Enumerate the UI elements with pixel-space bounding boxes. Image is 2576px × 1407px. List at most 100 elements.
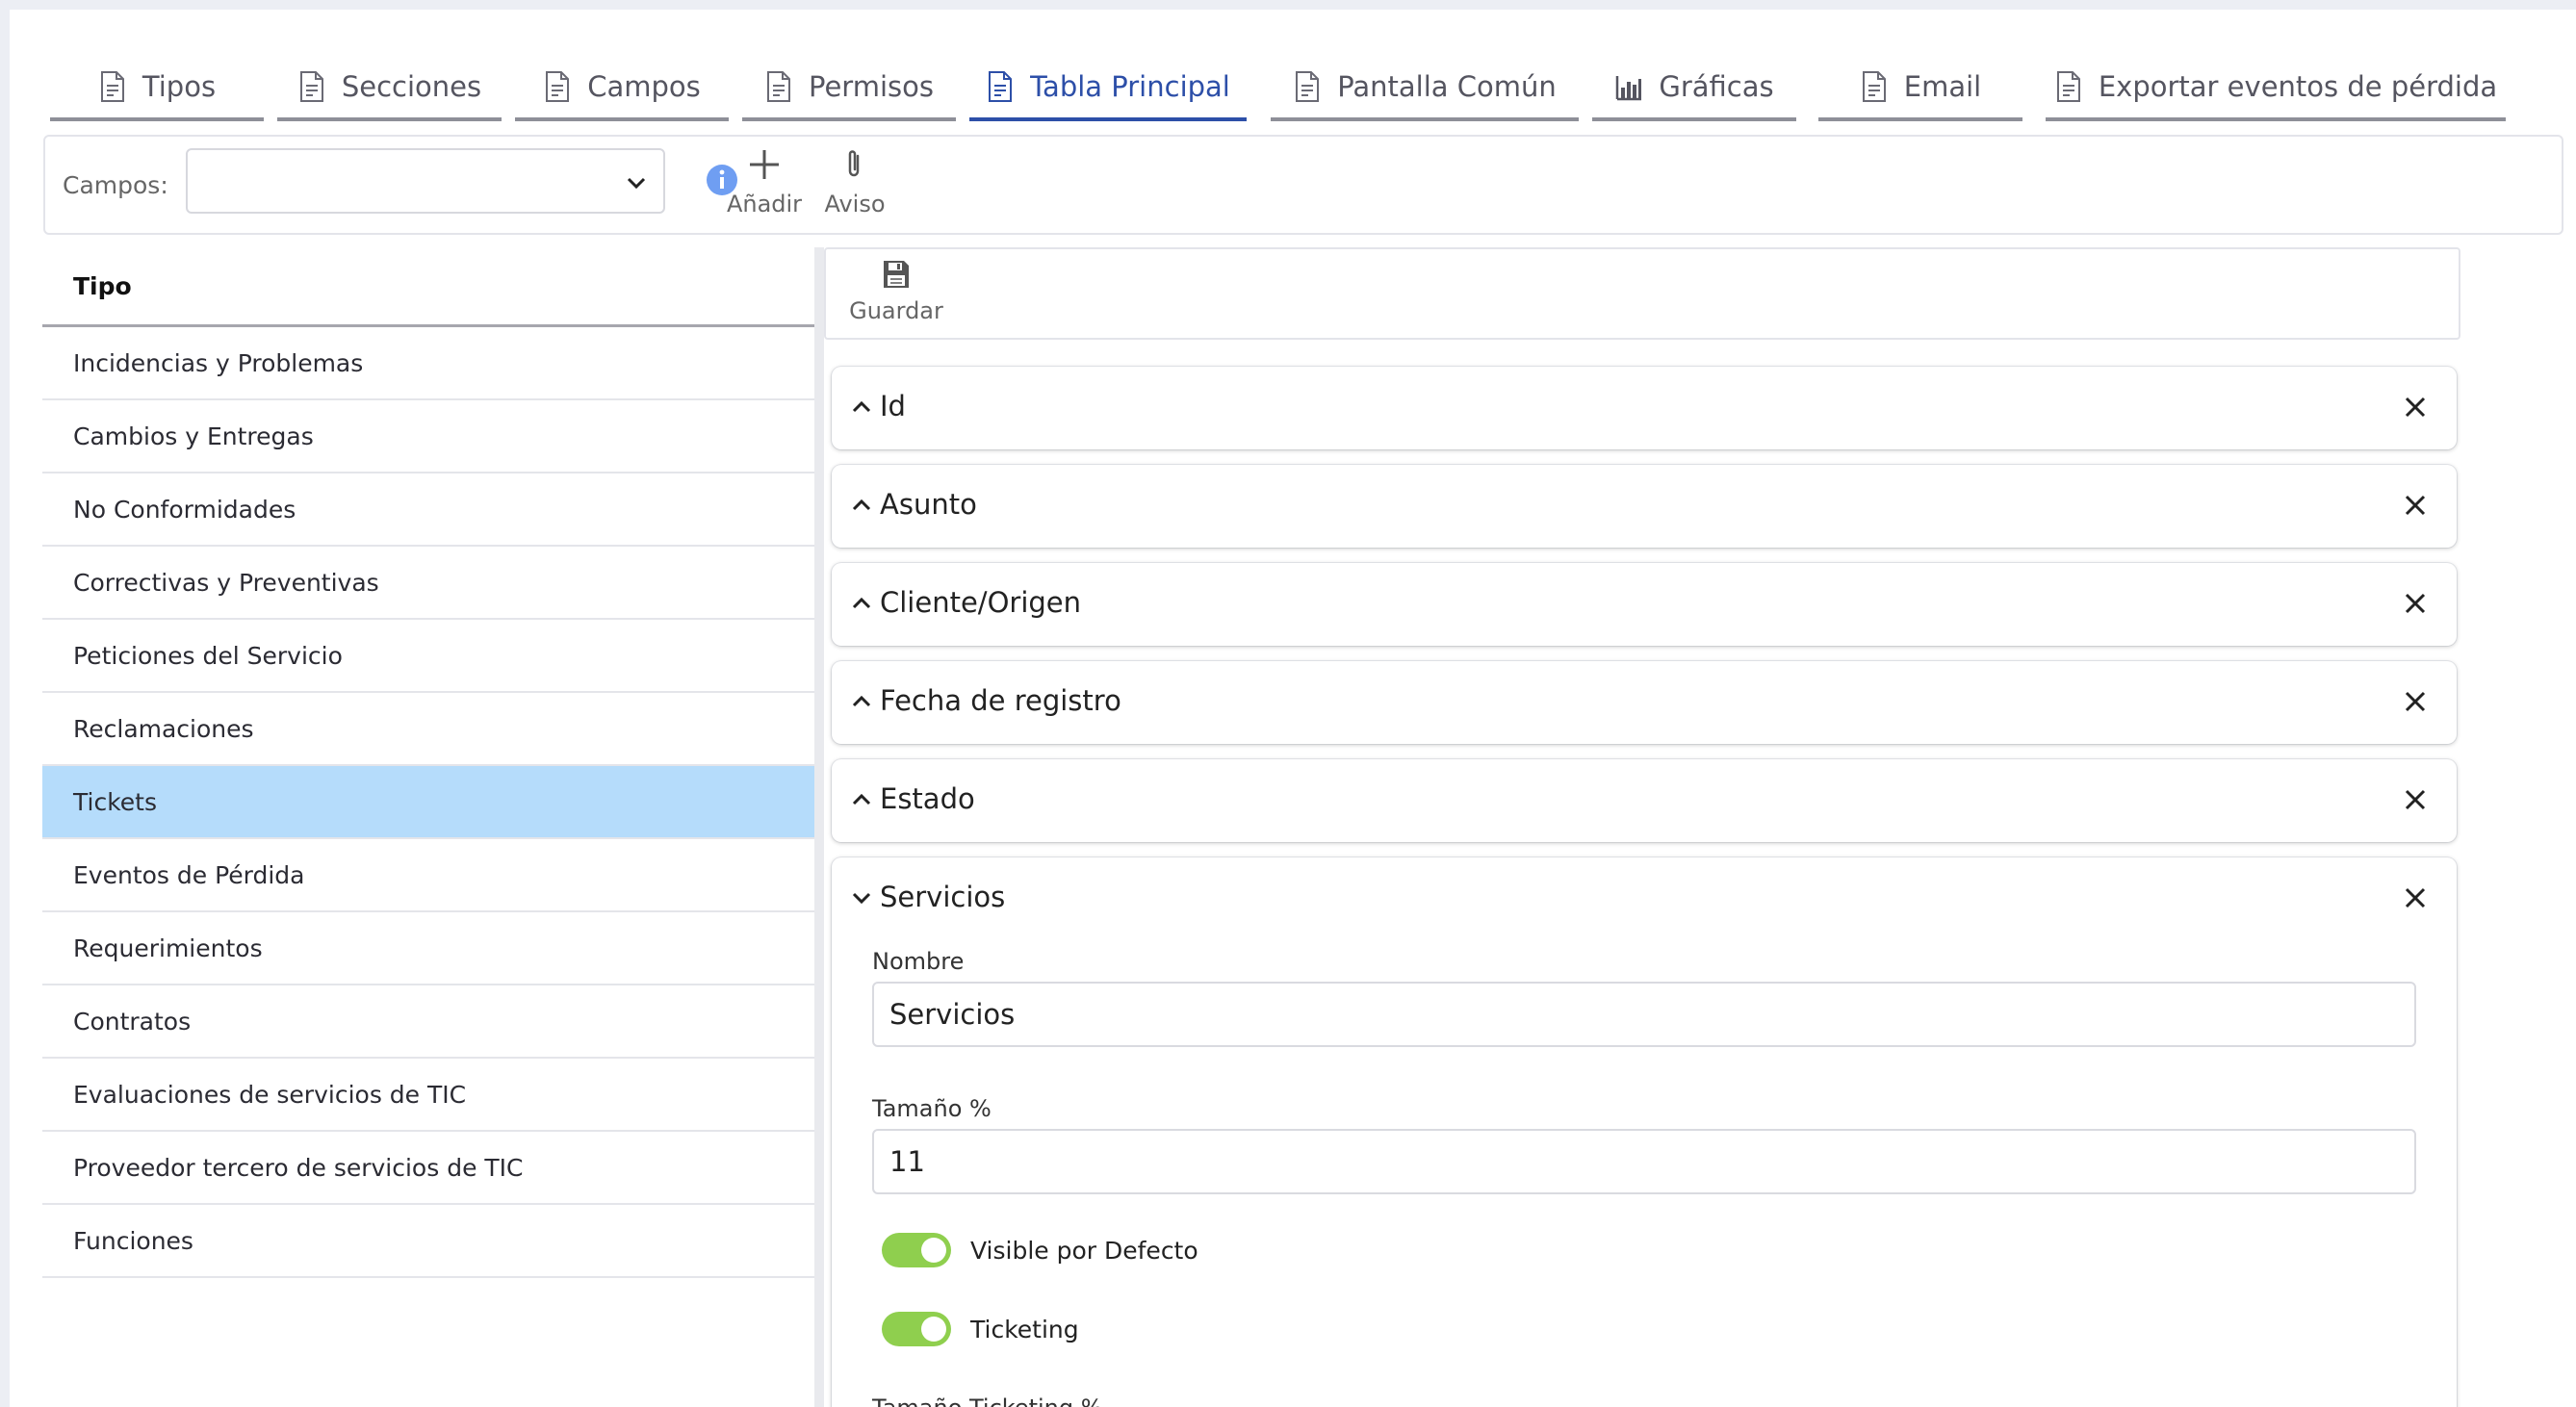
accordion-header[interactable]: Fecha de registro (832, 661, 2457, 744)
document-icon (1296, 71, 1320, 102)
tab-label: Permisos (809, 70, 934, 103)
add-field-button[interactable]: Añadir (721, 146, 808, 233)
document-icon (767, 71, 790, 102)
visible-por-defecto-label: Visible por Defecto (970, 1236, 1198, 1265)
floppy-disk-icon (884, 261, 909, 288)
add-field-label: Añadir (726, 191, 803, 217)
tab-label: Email (1903, 70, 1982, 103)
tab-pantalla-comun[interactable]: Pantalla Común (1271, 56, 1579, 121)
tab-email[interactable]: Email (1818, 56, 2022, 121)
save-button[interactable]: Guardar (843, 259, 949, 324)
accordion-estado: Estado (832, 759, 2457, 842)
tab-label: Pantalla Común (1337, 70, 1557, 103)
list-item[interactable]: Evaluaciones de servicios de TIC (42, 1059, 814, 1132)
save-label: Guardar (849, 297, 943, 324)
tab-graficas[interactable]: Gráficas (1592, 56, 1796, 121)
accordion-id: Id (832, 367, 2457, 449)
close-icon[interactable] (2403, 885, 2428, 910)
list-item[interactable]: Incidencias y Problemas (42, 327, 814, 400)
notice-label: Aviso (824, 191, 886, 217)
app-window: Tipos Secciones Campos Permisos Tabla Pr… (10, 10, 2576, 1407)
campos-select[interactable] (186, 148, 665, 214)
close-icon[interactable] (2403, 591, 2428, 616)
tab-secciones[interactable]: Secciones (277, 56, 502, 121)
list-item-selected[interactable]: Tickets (42, 766, 814, 839)
visible-por-defecto-row: Visible por Defecto (882, 1233, 1198, 1267)
list-item[interactable]: Reclamaciones (42, 693, 814, 766)
accordion-header[interactable]: Id (832, 367, 2457, 449)
accordion-title: Estado (880, 782, 975, 815)
visible-por-defecto-toggle[interactable] (882, 1233, 951, 1267)
accordion-cliente-origen: Cliente/Origen (832, 563, 2457, 646)
ticketing-row: Ticketing (882, 1312, 1079, 1346)
type-list-header: Tipo (42, 247, 814, 327)
document-icon (989, 71, 1013, 102)
list-item[interactable]: Cambios y Entregas (42, 400, 814, 473)
bar-chart-icon (1616, 76, 1642, 101)
type-list: Tipo Incidencias y Problemas Cambios y E… (42, 247, 814, 1407)
panel-splitter[interactable] (814, 247, 824, 1407)
list-item[interactable]: Proveedor tercero de servicios de TIC (42, 1132, 814, 1205)
nombre-field[interactable]: Servicios (872, 982, 2416, 1047)
tab-campos[interactable]: Campos (515, 56, 729, 121)
list-item[interactable]: No Conformidades (42, 473, 814, 547)
list-item[interactable]: Contratos (42, 985, 814, 1059)
accordion-asunto: Asunto (832, 465, 2457, 548)
accordion-fecha-registro: Fecha de registro (832, 661, 2457, 744)
plus-icon (750, 150, 779, 179)
list-item[interactable]: Correctivas y Preventivas (42, 547, 814, 620)
accordion-servicios: Servicios Nombre Servicios Tamaño % 11 V… (832, 857, 2457, 1407)
accordion-title: Asunto (880, 488, 977, 521)
chevron-up-icon (852, 400, 871, 413)
tab-label: Exportar eventos de pérdida (2098, 70, 2498, 103)
chevron-up-icon (852, 597, 871, 609)
tab-label: Gráficas (1659, 70, 1774, 103)
save-toolbar: Guardar (824, 247, 2460, 340)
tamano-ticketing-label: Tamaño Ticketing % (872, 1394, 1103, 1407)
ticketing-toggle[interactable] (882, 1312, 951, 1346)
tab-label: Campos (587, 70, 701, 103)
chevron-up-icon (852, 499, 871, 511)
accordion-header[interactable]: Estado (832, 759, 2457, 842)
column-config-panel: Guardar Id Asunto Cliente/Origen Fecha d… (824, 247, 2576, 1407)
chevron-down-icon (627, 177, 646, 190)
tab-label: Tipos (142, 70, 217, 103)
accordion-title: Fecha de registro (880, 684, 1121, 717)
nombre-label: Nombre (872, 948, 965, 975)
tab-label: Tabla Principal (1030, 70, 1230, 103)
chevron-up-icon (852, 695, 871, 707)
tab-permisos[interactable]: Permisos (742, 56, 956, 121)
chevron-up-icon (852, 793, 871, 806)
tab-exportar-eventos[interactable]: Exportar eventos de pérdida (2046, 56, 2506, 121)
accordion-header[interactable]: Servicios (832, 857, 2457, 940)
list-item[interactable]: Peticiones del Servicio (42, 620, 814, 693)
notice-button[interactable]: Aviso (811, 146, 898, 233)
close-icon[interactable] (2403, 787, 2428, 812)
close-icon[interactable] (2403, 395, 2428, 420)
document-icon (1862, 71, 1886, 102)
list-item[interactable]: Eventos de Pérdida (42, 839, 814, 912)
document-icon (100, 71, 124, 102)
close-icon[interactable] (2403, 689, 2428, 714)
tab-label: Secciones (341, 70, 482, 103)
accordion-title: Servicios (880, 881, 1006, 913)
tamano-field[interactable]: 11 (872, 1129, 2416, 1194)
list-item[interactable]: Funciones (42, 1205, 814, 1278)
close-icon[interactable] (2403, 493, 2428, 518)
campos-label: Campos: (63, 171, 168, 199)
chevron-down-icon (852, 892, 871, 905)
accordion-header[interactable]: Asunto (832, 465, 2457, 548)
document-icon (299, 71, 323, 102)
document-icon (546, 71, 570, 102)
list-item[interactable]: Requerimientos (42, 912, 814, 985)
accordion-title: Id (880, 390, 906, 422)
fields-toolbar: Campos: Añadir Aviso (43, 135, 2563, 235)
ticketing-label: Ticketing (970, 1315, 1079, 1343)
accordion-header[interactable]: Cliente/Origen (832, 563, 2457, 646)
document-icon (2056, 71, 2080, 102)
paperclip-icon (848, 150, 860, 177)
tab-tipos[interactable]: Tipos (50, 56, 264, 121)
tab-tabla-principal[interactable]: Tabla Principal (969, 56, 1247, 121)
tamano-label: Tamaño % (872, 1095, 992, 1122)
tab-bar: Tipos Secciones Campos Permisos Tabla Pr… (10, 10, 2576, 140)
